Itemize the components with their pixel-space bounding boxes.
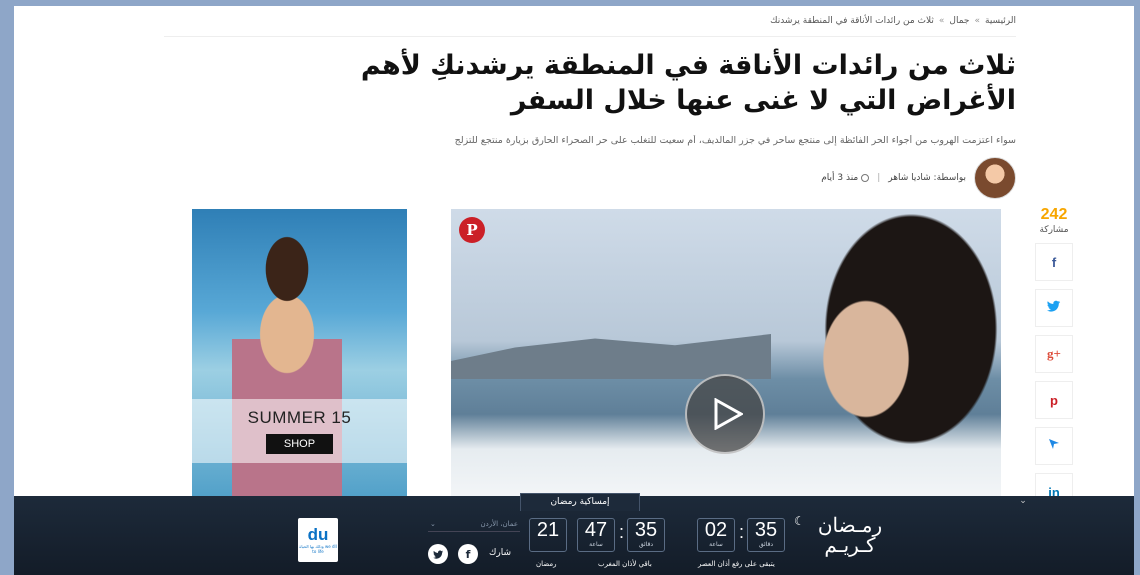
maghrib-hours-box: 47 ساعة	[577, 518, 615, 552]
asr-hours-label: ساعة	[709, 541, 723, 548]
du-tagline: وذلك بها الحياة we dll to life	[299, 544, 337, 554]
article-title: ثلاث من رائدات الأناقة في المنطقة يرشدنك…	[360, 50, 1016, 116]
share-label-bar: شارك	[489, 548, 512, 558]
article-page: الرئيسية » جمال » ثلاث من رائدات الأناقة…	[14, 6, 1134, 572]
asr-caption: يتبقى على رفع أذان العصر	[698, 560, 775, 568]
city-select[interactable]: عمان، الأردن ⌄	[428, 517, 520, 532]
asr-hours-box: 02 ساعة	[697, 518, 735, 552]
breadcrumb-separator: »	[974, 16, 980, 26]
hero-video[interactable]: P	[451, 209, 1001, 502]
twitter-icon	[1047, 300, 1061, 316]
ramadan-kareem-text: رمـضان كـريـم	[817, 513, 883, 557]
maghrib-seconds: 35	[634, 519, 658, 541]
time-colon: :	[739, 522, 745, 542]
publish-time: منذ 3 أيام	[821, 173, 870, 183]
breadcrumb-home[interactable]: الرئيسية	[985, 16, 1016, 26]
asr-minutes: 35	[754, 519, 778, 541]
cursor-icon	[1048, 438, 1060, 454]
share-button-cursor[interactable]	[1035, 427, 1073, 465]
maghrib-hours-label: ساعة	[589, 541, 603, 548]
article-subtitle: سواء اعتزمت الهروب من أجواء الحر الفائظة…	[454, 135, 1016, 146]
ramadan-kareem-logo: ☾ رمـضان كـريـم	[794, 513, 900, 557]
ramadan-bar-tab[interactable]: إمساكية رمضان	[520, 493, 640, 511]
facebook-share-icon[interactable]: f	[458, 544, 478, 564]
share-button-google-plus[interactable]: g+	[1035, 335, 1073, 373]
share-button-pinterest[interactable]: p	[1035, 381, 1073, 419]
play-icon	[714, 398, 743, 430]
maghrib-minutes: 47	[584, 519, 608, 541]
hero-portrait	[761, 209, 1001, 502]
breadcrumb-section[interactable]: جمال	[949, 16, 969, 26]
pinterest-icon[interactable]: P	[459, 217, 485, 243]
byline: بواسطة: شاديا شاهر | منذ 3 أيام	[821, 157, 1016, 199]
chevron-down-icon[interactable]: ⌄	[1016, 496, 1030, 508]
share-button-facebook[interactable]: f	[1035, 243, 1073, 281]
ad-overlay: SUMMER 15 SHOP	[192, 399, 407, 463]
advertisement-banner[interactable]: SUMMER 15 SHOP	[192, 209, 407, 502]
clock-icon	[861, 173, 870, 182]
share-button-twitter[interactable]	[1035, 289, 1073, 327]
day-caption: رمضان	[536, 560, 557, 568]
crescent-moon-icon: ☾	[794, 514, 805, 528]
maghrib-minutes-box: 35 دقائق	[627, 518, 665, 552]
breadcrumb: الرئيسية » جمال » ثلاث من رائدات الأناقة…	[770, 16, 1016, 26]
divider	[164, 36, 1016, 37]
chevron-down-icon: ⌄	[430, 520, 436, 528]
maghrib-caption: باقي لأذان المغرب	[598, 560, 652, 568]
day-box: 21	[529, 518, 567, 552]
breadcrumb-separator: »	[938, 16, 945, 26]
publish-time-text: منذ 3 أيام	[821, 173, 859, 183]
google-plus-icon: g+	[1047, 346, 1061, 361]
author-name[interactable]: بواسطة: شاديا شاهر	[888, 173, 966, 183]
twitter-share-icon[interactable]	[428, 544, 448, 564]
asr-minutes-box: 35 دقائق	[747, 518, 785, 552]
play-button[interactable]	[685, 374, 765, 454]
asr-hours: 02	[704, 519, 728, 541]
day-value: 21	[536, 519, 560, 541]
time-colon: :	[619, 522, 625, 542]
asr-minutes-label: دقائق	[758, 541, 774, 548]
byline-separator: |	[877, 173, 881, 183]
share-label: مشاركة	[1039, 225, 1069, 235]
ad-season-text: SUMMER 15	[247, 408, 352, 427]
pinterest-share-icon: p	[1050, 392, 1058, 408]
hero-landscape	[451, 334, 771, 379]
maghrib-minutes-label: دقائق	[638, 541, 654, 548]
byline-meta: بواسطة: شاديا شاهر | منذ 3 أيام	[821, 173, 966, 183]
du-logo[interactable]: du وذلك بها الحياة we dll to life	[298, 518, 338, 562]
share-count: 242	[1040, 206, 1068, 223]
share-rail: 242 مشاركة f g+ p in	[1034, 206, 1074, 511]
breadcrumb-current: ثلاث من رائدات الأناقة في المنطقة يرشدنك	[770, 16, 934, 26]
author-avatar[interactable]	[974, 157, 1016, 199]
du-logo-mark: du	[307, 525, 329, 544]
city-select-value: عمان، الأردن	[480, 520, 518, 528]
ad-shop-button[interactable]: SHOP	[265, 434, 334, 454]
facebook-icon: f	[1051, 254, 1057, 270]
